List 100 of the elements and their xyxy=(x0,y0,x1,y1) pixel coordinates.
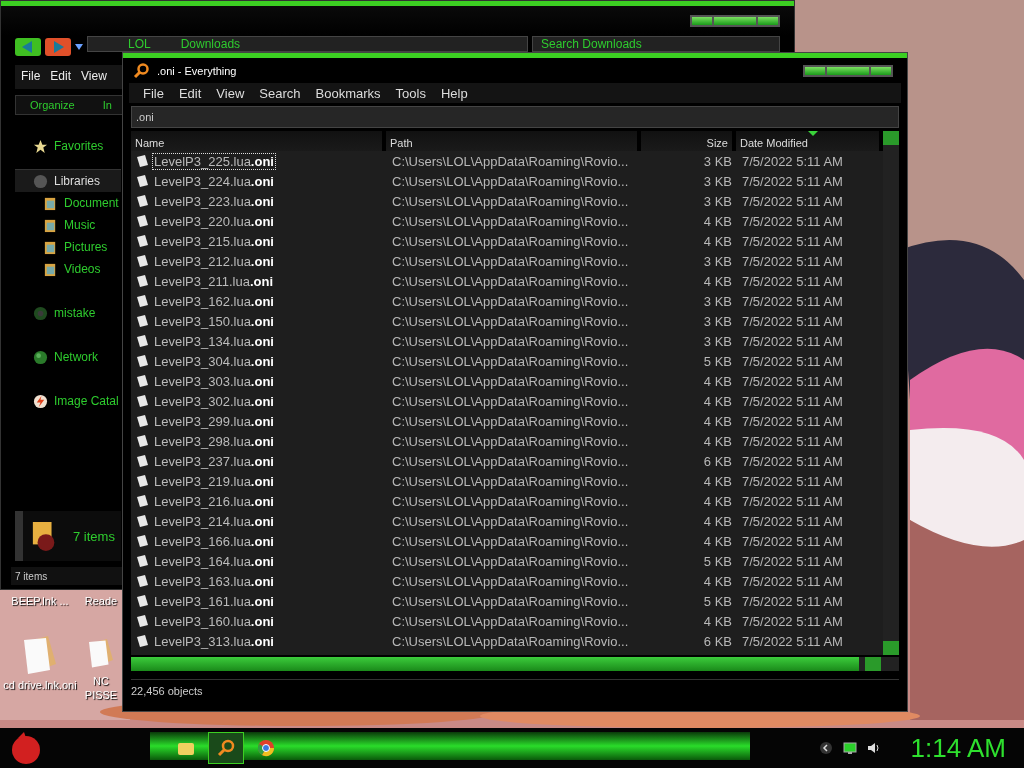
nav-item[interactable]: Document xyxy=(15,192,121,214)
file-size: 4 KB xyxy=(702,413,733,429)
monitor-icon[interactable] xyxy=(842,741,857,755)
section-header[interactable]: Libraries xyxy=(15,169,121,192)
file-name[interactable]: LevelP3_216.lua.oni xyxy=(152,492,276,510)
nav-item[interactable]: Image Catal xyxy=(15,390,121,412)
file-name[interactable]: LevelP3_219.lua.oni xyxy=(152,472,276,490)
menu-item[interactable]: Tools xyxy=(395,85,426,101)
file-name[interactable]: LevelP3_163.lua.oni xyxy=(152,572,276,590)
file-path: C:\Users\LOL\AppData\Roaming\Rovio... xyxy=(391,353,630,369)
search-field[interactable]: Search Downloads xyxy=(532,36,780,52)
file-path: C:\Users\LOL\AppData\Roaming\Rovio... xyxy=(391,253,630,269)
file-name[interactable]: LevelP3_161.lua.oni xyxy=(152,592,276,610)
file-name[interactable]: LevelP3_225.lua.oni xyxy=(152,152,276,170)
file-icon xyxy=(135,414,149,428)
date-modified: 7/5/2022 5:11 AM xyxy=(741,293,844,309)
menu-item[interactable]: View xyxy=(216,85,245,101)
file-path: C:\Users\LOL\AppData\Roaming\Rovio... xyxy=(391,453,630,469)
column-header[interactable]: Size xyxy=(641,131,736,151)
file-name[interactable]: LevelP3_302.lua.oni xyxy=(152,392,276,410)
nav-item[interactable]: mistake xyxy=(15,302,121,324)
star-icon xyxy=(33,138,48,154)
column-header[interactable]: Path xyxy=(386,131,641,151)
window-controls[interactable] xyxy=(803,64,893,77)
window-controls[interactable] xyxy=(690,14,780,27)
file-name[interactable]: LevelP3_313.lua.oni xyxy=(152,632,276,650)
date-modified: 7/5/2022 5:11 AM xyxy=(741,353,844,369)
file-path: C:\Users\LOL\AppData\Roaming\Rovio... xyxy=(391,593,630,609)
file-name[interactable]: LevelP3_214.lua.oni xyxy=(152,512,276,530)
file-name[interactable]: LevelP3_166.lua.oni xyxy=(152,532,276,550)
clock[interactable]: 1:14 AM xyxy=(910,732,1006,764)
file-name[interactable]: LevelP3_150.lua.oni xyxy=(152,312,276,330)
file-icon xyxy=(135,514,149,528)
nav-item[interactable]: Pictures xyxy=(15,236,121,258)
vertical-scrollbar[interactable] xyxy=(883,131,899,655)
file-name[interactable]: LevelP3_224.lua.oni xyxy=(152,172,276,190)
column-header[interactable]: Name xyxy=(131,131,386,151)
menu-item[interactable]: Bookmarks xyxy=(315,85,381,101)
file-size: 4 KB xyxy=(702,493,733,509)
file-name[interactable]: LevelP3_164.lua.oni xyxy=(152,552,276,570)
file-icon xyxy=(135,634,149,648)
date-modified: 7/5/2022 5:11 AM xyxy=(741,173,844,189)
nav-item[interactable]: Favorites xyxy=(15,135,121,157)
file-name[interactable]: LevelP3_220.lua.oni xyxy=(152,212,276,230)
file-name[interactable]: LevelP3_162.lua.oni xyxy=(152,292,276,310)
file-name[interactable]: LevelP3_299.lua.oni xyxy=(152,412,276,430)
file-icon xyxy=(135,234,149,248)
file-name[interactable]: LevelP3_237.lua.oni xyxy=(152,452,276,470)
file-size: 5 KB xyxy=(702,593,733,609)
nav-item[interactable]: Network xyxy=(15,346,121,368)
address-bar[interactable]: LOL Downloads xyxy=(87,36,528,52)
date-modified: 7/5/2022 5:11 AM xyxy=(741,533,844,549)
caret-icon[interactable] xyxy=(75,44,83,50)
menu-item[interactable]: Help xyxy=(440,85,468,101)
file-path: C:\Users\LOL\AppData\Roaming\Rovio... xyxy=(391,473,630,489)
date-modified: 7/5/2022 5:11 AM xyxy=(741,633,844,649)
file-name[interactable]: LevelP3_134.lua.oni xyxy=(152,332,276,350)
column-header[interactable]: Date Modified xyxy=(736,131,883,151)
file-size: 3 KB xyxy=(702,333,733,349)
file-path: C:\Users\LOL\AppData\Roaming\Rovio... xyxy=(391,153,630,169)
nav-item[interactable]: Videos xyxy=(15,258,121,280)
menu-item[interactable]: Search xyxy=(259,85,301,101)
file-name[interactable]: LevelP3_298.lua.oni xyxy=(152,432,276,450)
folder-icon xyxy=(43,261,58,277)
search-task-button[interactable] xyxy=(208,732,244,764)
file-icon xyxy=(135,154,149,168)
search-field[interactable]: .oni xyxy=(131,106,899,128)
lightning-icon xyxy=(33,393,48,409)
file-name[interactable]: LevelP3_212.lua.oni xyxy=(152,252,276,270)
file-icon xyxy=(135,534,149,548)
menu-item[interactable]: File xyxy=(21,69,41,85)
file-path: C:\Users\LOL\AppData\Roaming\Rovio... xyxy=(391,553,630,569)
library-icon xyxy=(33,173,48,189)
date-modified: 7/5/2022 5:11 AM xyxy=(741,613,844,629)
file-icon xyxy=(135,494,149,508)
date-modified: 7/5/2022 5:11 AM xyxy=(741,213,844,229)
folder-icon xyxy=(43,239,58,255)
menu-item[interactable]: View xyxy=(81,69,107,85)
toolbar-button[interactable]: Organize xyxy=(30,99,75,111)
file-name[interactable]: LevelP3_304.lua.oni xyxy=(152,352,276,370)
date-modified: 7/5/2022 5:11 AM xyxy=(741,313,844,329)
file-name[interactable]: LevelP3_160.lua.oni xyxy=(152,612,276,630)
file-name[interactable]: LevelP3_223.lua.oni xyxy=(152,192,276,210)
file-icon xyxy=(135,294,149,308)
file-path: C:\Users\LOL\AppData\Roaming\Rovio... xyxy=(391,573,630,589)
nav-item[interactable]: Music xyxy=(15,214,121,236)
file-path: C:\Users\LOL\AppData\Roaming\Rovio... xyxy=(391,433,630,449)
chevron-icon[interactable] xyxy=(818,741,833,755)
file-name[interactable]: LevelP3_303.lua.oni xyxy=(152,372,276,390)
toolbar-button[interactable]: In xyxy=(102,99,112,111)
horizontal-scrollbar[interactable] xyxy=(131,657,899,671)
file-icon xyxy=(135,214,149,228)
file-name[interactable]: LevelP3_215.lua.oni xyxy=(152,232,276,250)
menu-item[interactable]: File xyxy=(143,85,164,101)
menu-item[interactable]: Edit xyxy=(178,85,202,101)
menu-item[interactable]: Edit xyxy=(50,69,72,85)
file-name[interactable]: LevelP3_211.lua.oni xyxy=(152,272,275,290)
speaker-icon[interactable] xyxy=(866,741,881,755)
item-count: 7 items xyxy=(73,528,115,544)
file-size: 4 KB xyxy=(702,273,733,289)
